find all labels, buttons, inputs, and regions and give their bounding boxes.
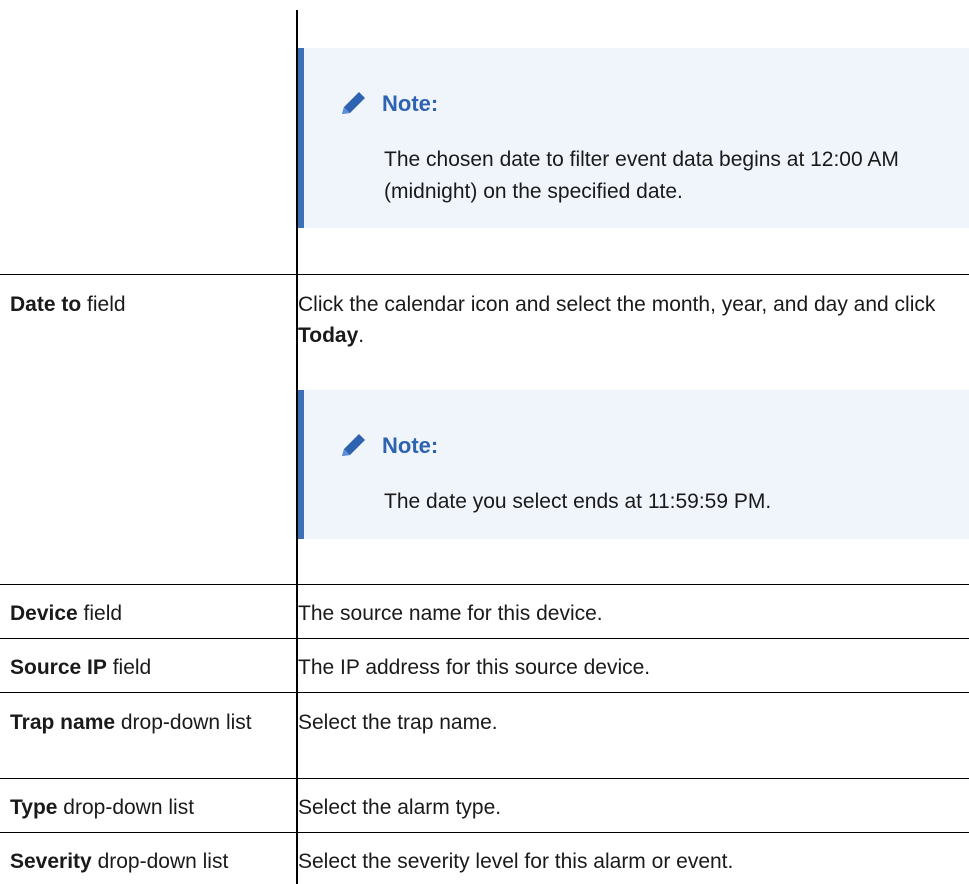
row-label-severity: Severity drop-down list <box>10 850 229 873</box>
row-desc-trap-name: Select the trap name. <box>298 711 498 734</box>
row-desc-source-ip: The IP address for this source device. <box>298 656 651 679</box>
row-divider <box>0 832 969 833</box>
note-title: Note: <box>382 433 439 458</box>
row-desc-date-to: Click the calendar icon and select the m… <box>298 293 936 347</box>
note-text: The chosen date to filter event data beg… <box>384 148 899 203</box>
document-table: Note: The chosen date to filter event da… <box>0 0 969 884</box>
row-desc-device: The source name for this device. <box>298 602 603 625</box>
pencil-icon <box>338 90 370 118</box>
note-box: Note: The date you select ends at 11:59:… <box>298 390 969 539</box>
row-divider <box>0 274 969 275</box>
row-label-trap-name: Trap name drop-down list <box>10 711 252 734</box>
pencil-icon <box>338 432 370 460</box>
row-divider <box>0 638 969 639</box>
row-divider <box>0 778 969 779</box>
note-header: Note: <box>338 90 438 118</box>
row-desc-severity: Select the severity level for this alarm… <box>298 850 734 873</box>
row-label-type: Type drop-down list <box>10 796 195 819</box>
row-label-date-to: Date to field <box>10 293 126 316</box>
note-title: Note: <box>382 91 439 116</box>
row-divider <box>0 584 969 585</box>
row-label-source-ip: Source IP field <box>10 656 152 679</box>
row-divider <box>0 692 969 693</box>
note-box: Note: The chosen date to filter event da… <box>298 48 969 228</box>
row-desc-type: Select the alarm type. <box>298 796 502 819</box>
note-header: Note: <box>338 432 438 460</box>
row-label-device: Device field <box>10 602 123 625</box>
note-text: The date you select ends at 11:59:59 PM. <box>384 490 772 513</box>
